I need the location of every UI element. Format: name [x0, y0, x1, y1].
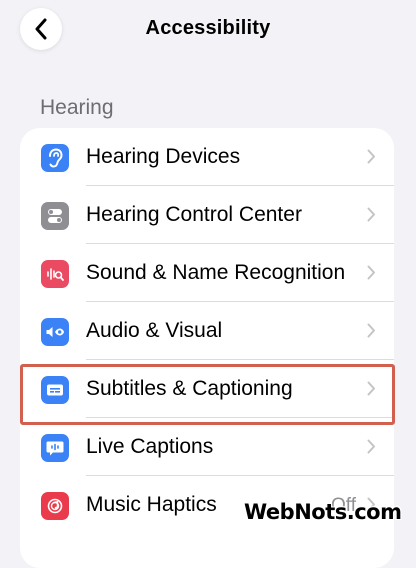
- row-label: Sound & Name Recognition: [86, 261, 346, 284]
- speaker-eye-icon: [41, 318, 69, 346]
- row-audio-visual[interactable]: Audio & Visual: [20, 302, 394, 360]
- live-captions-icon: [41, 434, 69, 462]
- chevron-right-icon: [367, 381, 376, 401]
- subtitles-icon: [41, 376, 69, 404]
- chevron-right-icon: [367, 207, 376, 227]
- row-hearing-control-center[interactable]: Hearing Control Center: [20, 186, 394, 244]
- music-haptics-icon: [41, 492, 69, 520]
- row-label: Audio & Visual: [86, 319, 223, 342]
- ear-icon: [41, 144, 69, 172]
- row-label: Music Haptics: [86, 493, 217, 516]
- chevron-right-icon: [367, 439, 376, 459]
- watermark: WebNots.com: [244, 500, 402, 524]
- row-subtitles-captioning[interactable]: Subtitles & Captioning: [20, 360, 394, 418]
- section-header: Hearing: [40, 96, 114, 119]
- row-label: Live Captions: [86, 435, 214, 458]
- row-hearing-devices[interactable]: Hearing Devices: [20, 128, 394, 186]
- nav-bar: Accessibility: [0, 0, 416, 60]
- waveform-search-icon: [41, 260, 69, 288]
- row-label: Hearing Control Center: [86, 203, 302, 226]
- row-label: Hearing Devices: [86, 145, 241, 168]
- chevron-right-icon: [367, 323, 376, 343]
- page-title: Accessibility: [145, 17, 271, 39]
- row-sound-name-recognition[interactable]: Sound & Name Recognition: [20, 244, 394, 302]
- row-live-captions[interactable]: Live Captions: [20, 418, 394, 476]
- chevron-right-icon: [367, 149, 376, 169]
- row-label: Subtitles & Captioning: [86, 377, 293, 400]
- chevron-right-icon: [367, 265, 376, 285]
- toggles-icon: [41, 202, 69, 230]
